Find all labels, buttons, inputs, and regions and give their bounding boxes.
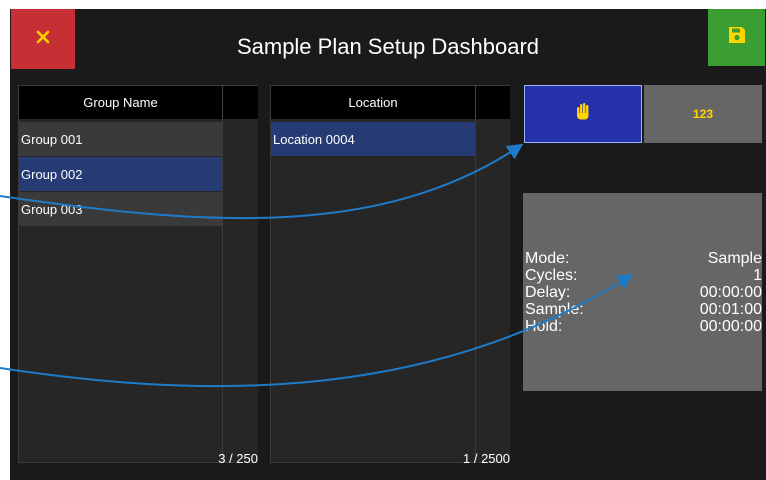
- location-table-scrollbar[interactable]: [475, 119, 510, 462]
- location-count: 1 / 2500: [463, 451, 510, 466]
- table-row[interactable]: Group 001: [19, 122, 222, 156]
- manual-mode-button[interactable]: [524, 85, 642, 143]
- sample-value: 00:01:00: [699, 301, 762, 318]
- group-row-label: Group 003: [21, 201, 83, 217]
- group-row-label: Group 002: [21, 166, 83, 182]
- mode-value: Sample: [707, 250, 762, 267]
- hold-value: 00:00:00: [699, 318, 762, 335]
- location-table-header: Location: [271, 86, 475, 119]
- page-title: Sample Plan Setup Dashboard: [236, 34, 540, 59]
- numeric-mode-label: 123: [692, 107, 714, 121]
- location-table: Location Location 0004: [270, 85, 510, 463]
- plan-info-panel: Mode: Sample Cycles: 1 Delay: 00:00:00 S…: [523, 193, 762, 391]
- cycles-label: Cycles:: [525, 267, 578, 284]
- group-table-scrollbar[interactable]: [222, 119, 258, 462]
- sample-line: Sample: 00:01:00: [525, 301, 762, 318]
- screen: Sample Plan Setup Dashboard Group Name G…: [0, 0, 766, 480]
- location-row-label: Location 0004: [273, 131, 355, 147]
- table-row-selected[interactable]: Location 0004: [271, 122, 475, 156]
- delay-label: Delay:: [525, 284, 571, 301]
- cycles-value: 1: [753, 267, 762, 284]
- sample-label: Sample:: [525, 301, 584, 318]
- cycles-line: Cycles: 1: [525, 267, 762, 284]
- save-button[interactable]: [708, 9, 765, 66]
- plan-info-lines: Mode: Sample Cycles: 1 Delay: 00:00:00 S…: [525, 250, 762, 335]
- delay-value: 00:00:00: [699, 284, 762, 301]
- group-table-header: Group Name: [19, 86, 222, 119]
- location-table-header-spacer: [475, 86, 510, 119]
- group-count: 3 / 250: [218, 451, 258, 466]
- group-row-label: Group 001: [21, 131, 83, 147]
- mode-label: Mode:: [525, 250, 570, 267]
- group-table: Group Name Group 001 Group 002 Group 003: [18, 85, 258, 463]
- table-row[interactable]: Group 003: [19, 192, 222, 226]
- numeric-mode-button[interactable]: 123: [644, 85, 762, 143]
- hold-line: Hold: 00:00:00: [525, 318, 762, 335]
- group-table-header-spacer: [222, 86, 258, 119]
- app-window: Sample Plan Setup Dashboard Group Name G…: [10, 9, 766, 480]
- delay-line: Delay: 00:00:00: [525, 284, 762, 301]
- floppy-disk-icon: [727, 25, 747, 50]
- hold-label: Hold:: [525, 318, 563, 335]
- mode-line: Mode: Sample: [525, 250, 762, 267]
- hand-icon: [575, 102, 591, 126]
- table-row-selected[interactable]: Group 002: [19, 157, 222, 191]
